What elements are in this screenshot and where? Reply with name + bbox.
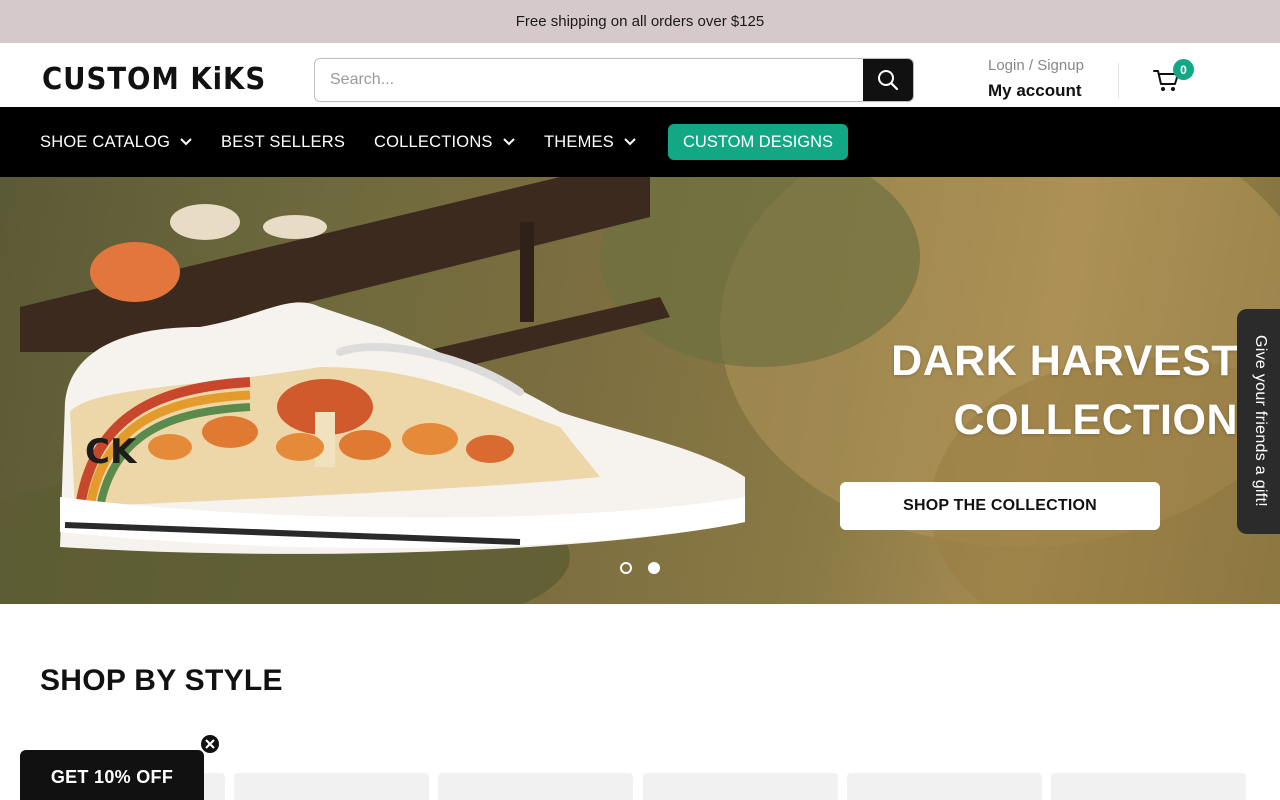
header-divider (1118, 63, 1119, 99)
nav-item-label: SHOE CATALOG (40, 132, 171, 151)
search-icon (878, 70, 899, 91)
hero-title-line-1: DARK HARVEST (891, 337, 1238, 385)
my-account-link[interactable]: My account (988, 78, 1084, 104)
gift-tab-label: Give your friends a gift! (1252, 334, 1269, 508)
login-signup-link[interactable]: Login / Signup (988, 56, 1084, 76)
style-card[interactable] (234, 773, 429, 800)
nav-item-best-sellers[interactable]: BEST SELLERS (221, 107, 345, 177)
slide-indicator-2[interactable] (648, 562, 660, 574)
style-card[interactable] (1051, 773, 1246, 800)
discount-popup-button[interactable]: GET 10% OFF (20, 750, 204, 800)
popup-close-button[interactable] (200, 734, 220, 754)
nav-item-collections[interactable]: COLLECTIONS (374, 107, 515, 177)
shoe-brand-mark: CK (85, 432, 137, 472)
chevron-down-icon (180, 138, 192, 146)
style-card[interactable] (643, 773, 838, 800)
close-icon (205, 739, 215, 749)
hero-title-line-2: COLLECTION (953, 396, 1238, 444)
shop-collection-button[interactable]: SHOP THE COLLECTION (840, 482, 1160, 530)
slide-indicator-1[interactable] (620, 562, 632, 574)
cart-count-badge: 0 (1173, 59, 1194, 80)
hero-banner[interactable]: CK DARK HARVEST COLLECTION SHOP THE COLL… (0, 177, 1280, 604)
section-title: SHOP BY STYLE (40, 664, 283, 697)
site-header: CUSTOM KiKS Login / Signup My account 0 (0, 43, 1280, 107)
brand-logo[interactable]: CUSTOM KiKS (42, 63, 266, 97)
hero-title: DARK HARVEST COLLECTION (891, 332, 1238, 450)
nav-item-label: BEST SELLERS (221, 132, 346, 151)
chevron-down-icon (502, 138, 515, 146)
search-input[interactable] (315, 59, 865, 101)
custom-designs-button[interactable]: CUSTOM DESIGNS (668, 124, 849, 160)
announcement-bar: Free shipping on all orders over $125 (0, 0, 1280, 43)
chevron-down-icon (624, 138, 636, 146)
nav-item-label: COLLECTIONS (374, 132, 493, 151)
search-bar (314, 58, 914, 102)
style-card[interactable] (438, 773, 633, 800)
nav-item-themes[interactable]: THEMES (544, 107, 636, 177)
nav-item-shoe-catalog[interactable]: SHOE CATALOG (40, 107, 192, 177)
main-navigation: SHOE CATALOG BEST SELLERS COLLECTIONS TH… (0, 107, 1280, 177)
account-menu[interactable]: Login / Signup My account (988, 56, 1084, 104)
search-button[interactable] (863, 59, 913, 101)
announcement-text: Free shipping on all orders over $125 (515, 13, 765, 30)
nav-item-label: THEMES (544, 132, 614, 151)
gift-side-tab[interactable]: Give your friends a gift! (1237, 309, 1280, 534)
style-card[interactable] (847, 773, 1042, 800)
